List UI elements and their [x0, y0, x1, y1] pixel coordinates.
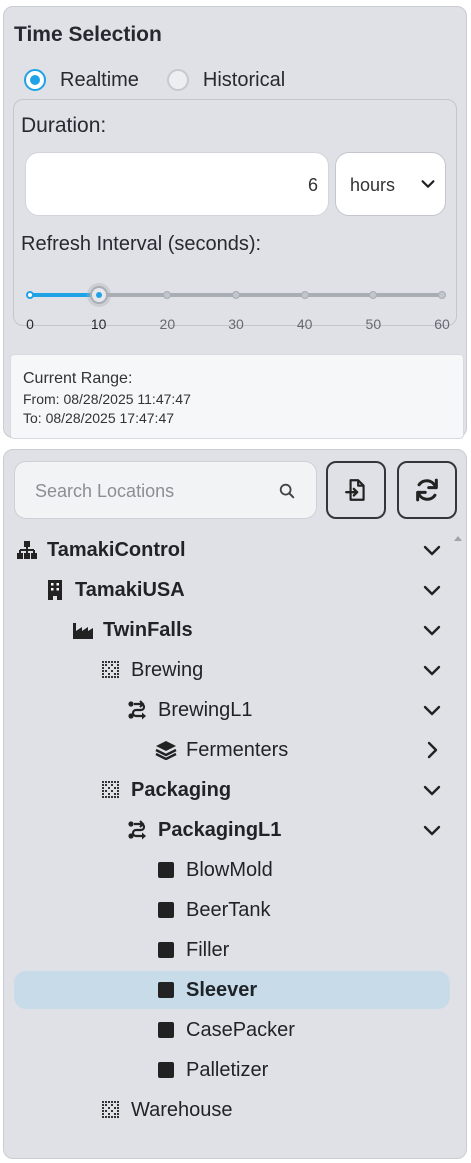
- cell-square-icon: [155, 859, 177, 881]
- tree-item-filler[interactable]: Filler: [14, 931, 450, 969]
- slider-tick: [438, 291, 446, 299]
- area-grid-icon: [100, 779, 122, 801]
- tree-item-sleever[interactable]: Sleever: [14, 971, 450, 1009]
- chevron-right-icon[interactable]: [422, 740, 442, 760]
- slider-tick-label: 30: [228, 316, 244, 332]
- historical-label[interactable]: Historical: [203, 69, 285, 92]
- layers-icon: [155, 739, 177, 761]
- slider-tick: [26, 291, 34, 299]
- tree-item-packaging[interactable]: Packaging: [14, 771, 450, 809]
- current-range-label: Current Range:: [23, 370, 133, 387]
- slider-tick: [163, 291, 172, 299]
- time-selection-title: Time Selection: [14, 23, 162, 46]
- search-icon[interactable]: [278, 482, 296, 500]
- tree-item-label: Packaging: [131, 778, 232, 801]
- duration-input[interactable]: 6: [25, 152, 329, 216]
- import-button[interactable]: [326, 461, 386, 519]
- slider-tick: [369, 291, 378, 299]
- tree-item-label: BrewingL1: [158, 698, 253, 721]
- tree-item-tamakicontrol[interactable]: TamakiControl: [14, 531, 450, 569]
- slider-thumb[interactable]: [89, 286, 108, 304]
- range-to-text: To: 08/28/2025 17:47:47: [23, 410, 175, 426]
- tree-item-twinfalls[interactable]: TwinFalls: [14, 611, 450, 649]
- tree-item-packagingl1[interactable]: PackagingL1: [14, 811, 450, 849]
- tree-item-label: TamakiControl: [47, 538, 186, 561]
- historical-radio[interactable]: [166, 69, 189, 91]
- refresh-interval-slider[interactable]: [26, 286, 446, 304]
- chevron-down-icon: [421, 180, 435, 188]
- tree-item-label: Warehouse: [131, 1098, 233, 1121]
- realtime-radio[interactable]: [24, 69, 46, 91]
- cell-square-icon: [155, 979, 177, 1001]
- slider-tick-labels: 0 10 20 30 40 50 60: [26, 316, 450, 334]
- tree-item-label: Sleever: [186, 978, 258, 1001]
- tree-item-label: CasePacker: [186, 1018, 295, 1041]
- time-selection-panel: Time Selection Realtime Historical Durat…: [3, 6, 467, 439]
- area-grid-icon: [100, 659, 122, 681]
- slider-fill: [30, 293, 99, 297]
- building-icon: [44, 579, 66, 601]
- search-locations-input[interactable]: Search Locations: [14, 461, 317, 519]
- tree-item-label: Fermenters: [186, 738, 289, 761]
- chevron-down-icon[interactable]: [422, 540, 442, 560]
- duration-unit-value: hours: [350, 175, 396, 195]
- file-import-icon: [345, 479, 365, 501]
- slider-tick-label: 20: [159, 316, 176, 332]
- tree-item-casepacker[interactable]: CasePacker: [14, 1011, 450, 1049]
- slider-tick-label: 60: [434, 316, 450, 332]
- chevron-down-icon[interactable]: [422, 700, 442, 720]
- tree-item-label: Brewing: [131, 658, 204, 681]
- tree-item-label: Filler: [186, 938, 230, 961]
- chevron-down-icon[interactable]: [422, 660, 442, 680]
- current-range-box: Current Range: From: 08/28/2025 11:47:47…: [10, 354, 464, 439]
- duration-label: Duration:: [21, 114, 107, 137]
- refresh-interval-label: Refresh Interval (seconds):: [21, 233, 262, 255]
- tree-item-brewing[interactable]: Brewing: [14, 651, 450, 689]
- refresh-icon: [416, 478, 438, 502]
- area-grid-icon: [100, 1099, 122, 1121]
- duration-unit-select[interactable]: hours: [335, 152, 446, 216]
- chevron-down-icon[interactable]: [422, 820, 442, 840]
- tree-item-fermenters[interactable]: Fermenters: [14, 731, 450, 769]
- scroll-up-arrow-icon[interactable]: [453, 534, 463, 542]
- tree-item-label: PackagingL1: [158, 818, 282, 841]
- cell-square-icon: [155, 1019, 177, 1041]
- slider-tick: [300, 291, 309, 299]
- slider-tick-label: 10: [90, 316, 107, 332]
- factory-icon: [72, 619, 94, 641]
- cell-square-icon: [155, 1059, 177, 1081]
- hierarchy-icon: [16, 539, 38, 561]
- refresh-button[interactable]: [397, 461, 457, 519]
- tree-item-label: Palletizer: [186, 1058, 269, 1081]
- chevron-down-icon[interactable]: [422, 620, 442, 640]
- search-placeholder: Search Locations: [35, 481, 175, 501]
- cell-square-icon: [155, 939, 177, 961]
- tree-item-label: BeerTank: [186, 898, 271, 921]
- tree-item-brewingl1[interactable]: BrewingL1: [14, 691, 450, 729]
- locations-panel: Search Locations TamakiControl TamakiUSA T…: [3, 449, 467, 1159]
- duration-section: Duration: 6 hours Refresh Interval (seco…: [13, 99, 457, 332]
- realtime-label[interactable]: Realtime: [60, 69, 139, 92]
- tree-item-label: BlowMold: [186, 858, 273, 881]
- slider-tick: [232, 291, 240, 299]
- chevron-down-icon[interactable]: [422, 780, 442, 800]
- range-from-text: From: 08/28/2025 11:47:47: [23, 391, 191, 407]
- chevron-down-icon[interactable]: [422, 580, 442, 600]
- tree-item-warehouse[interactable]: Warehouse: [14, 1091, 450, 1129]
- tree-item-label: TamakiUSA: [75, 578, 185, 601]
- tree-item-blowmold[interactable]: BlowMold: [14, 851, 450, 889]
- tree-item-label: TwinFalls: [103, 618, 193, 641]
- line-flow-icon: [127, 699, 149, 721]
- mode-radio-group: Realtime Historical: [24, 67, 313, 93]
- cell-square-icon: [155, 899, 177, 921]
- tree-item-beertank[interactable]: BeerTank: [14, 891, 450, 929]
- tree-item-palletizer[interactable]: Palletizer: [14, 1051, 450, 1089]
- line-flow-icon: [127, 819, 149, 841]
- slider-tick-label: 40: [296, 316, 313, 332]
- tree-item-tamakiusa[interactable]: TamakiUSA: [14, 571, 450, 609]
- slider-tick-label: 50: [365, 316, 382, 332]
- slider-tick-label: 0: [26, 316, 34, 332]
